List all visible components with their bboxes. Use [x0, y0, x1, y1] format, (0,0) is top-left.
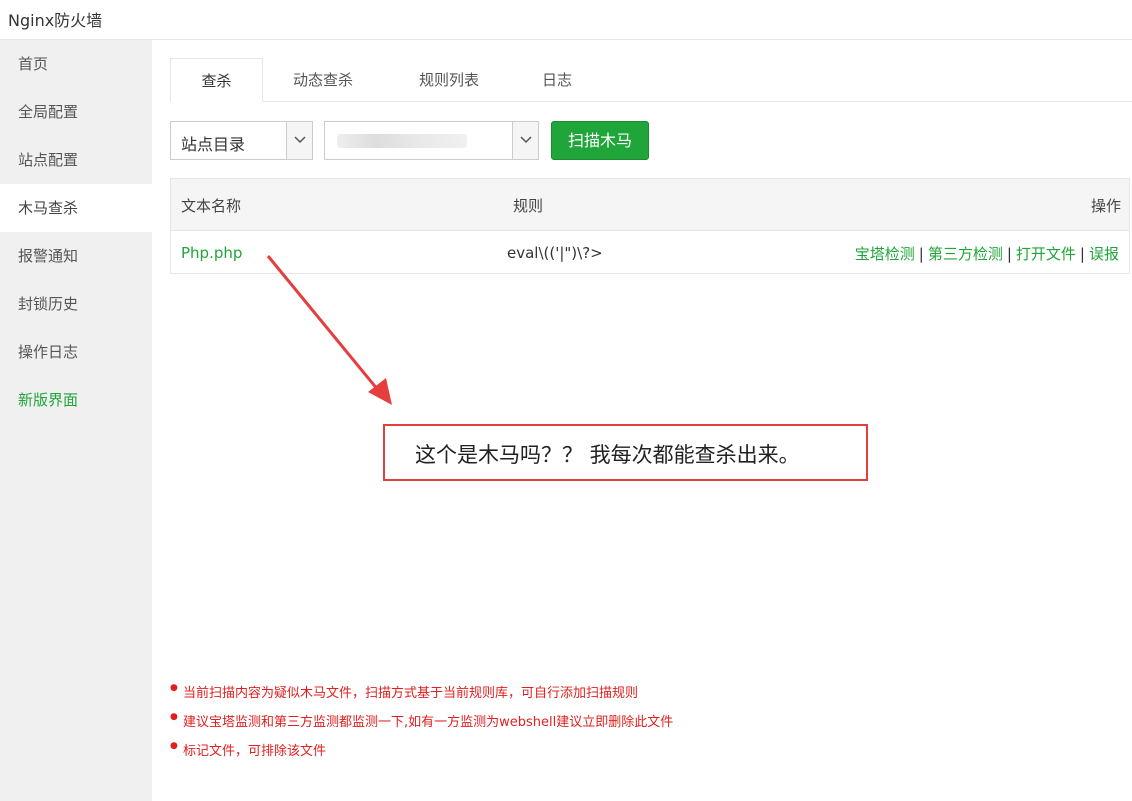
- note-item: 标记文件，可排除该文件: [170, 740, 673, 769]
- chevron-down-icon: [286, 122, 312, 159]
- separator: |: [1006, 245, 1012, 263]
- separator: |: [1079, 245, 1085, 263]
- directory-select-value: 站点目录: [181, 135, 246, 154]
- table-header: 文本名称 规则 操作: [171, 179, 1129, 231]
- title-bar: Nginx防火墙: [0, 0, 1132, 40]
- notes-list: 当前扫描内容为疑似木马文件，扫描方式基于当前规则库，可自行添加扫描规则 建议宝塔…: [170, 682, 673, 769]
- baota-detect-link[interactable]: 宝塔检测: [855, 245, 915, 263]
- sidebar-item-alert-notify[interactable]: 报警通知: [0, 232, 152, 280]
- sidebar-item-block-history[interactable]: 封锁历史: [0, 280, 152, 328]
- sidebar-item-home[interactable]: 首页: [0, 40, 152, 88]
- column-header-rule: 规则: [513, 197, 544, 215]
- third-party-detect-link[interactable]: 第三方检测: [928, 245, 1003, 263]
- annotation-box: 这个是木马吗？？ 我每次都能查杀出来。: [383, 424, 868, 481]
- tab-scan[interactable]: 查杀: [170, 58, 263, 102]
- chevron-down-icon: [512, 122, 538, 159]
- tab-dynamic-scan[interactable]: 动态查杀: [278, 58, 368, 102]
- tab-bar: 查杀 动态查杀 规则列表 日志: [170, 58, 1132, 102]
- rule-text: eval\(('|")\?>: [507, 244, 603, 262]
- scan-results-table: 文本名称 规则 操作 Php.php eval\(('|")\?> 宝塔检测 | 第…: [170, 178, 1130, 274]
- sidebar-item-new-ui[interactable]: 新版界面: [0, 376, 152, 424]
- separator: |: [918, 245, 924, 263]
- false-positive-link[interactable]: 误报: [1089, 245, 1119, 263]
- tab-rule-list[interactable]: 规则列表: [404, 58, 494, 102]
- blurred-path: [337, 134, 467, 148]
- sidebar: 首页 全局配置 站点配置 木马查杀 报警通知 封锁历史 操作日志 新版界面: [0, 40, 152, 801]
- note-item: 当前扫描内容为疑似木马文件，扫描方式基于当前规则库，可自行添加扫描规则: [170, 682, 673, 711]
- sidebar-item-site-config[interactable]: 站点配置: [0, 136, 152, 184]
- sidebar-item-global-config[interactable]: 全局配置: [0, 88, 152, 136]
- scan-trojan-button[interactable]: 扫描木马: [551, 121, 649, 160]
- app-title: Nginx防火墙: [8, 11, 103, 30]
- site-path-select[interactable]: [324, 121, 539, 160]
- sidebar-item-operation-log[interactable]: 操作日志: [0, 328, 152, 376]
- directory-select[interactable]: 站点目录: [170, 121, 313, 160]
- note-item: 建议宝塔监测和第三方监测都监测一下,如有一方监测为webshell建议立即删除此…: [170, 711, 673, 740]
- tab-log[interactable]: 日志: [522, 58, 592, 102]
- annotation-text: 这个是木马吗？？ 我每次都能查杀出来。: [415, 443, 800, 467]
- column-header-name: 文本名称: [181, 197, 242, 215]
- column-header-ops: 操作: [1090, 197, 1121, 215]
- open-file-link[interactable]: 打开文件: [1016, 245, 1076, 263]
- row-actions: 宝塔检测 | 第三方检测 | 打开文件 | 误报: [855, 243, 1119, 264]
- sidebar-item-trojan-scan[interactable]: 木马查杀: [0, 184, 152, 232]
- file-name-link[interactable]: Php.php: [181, 244, 242, 262]
